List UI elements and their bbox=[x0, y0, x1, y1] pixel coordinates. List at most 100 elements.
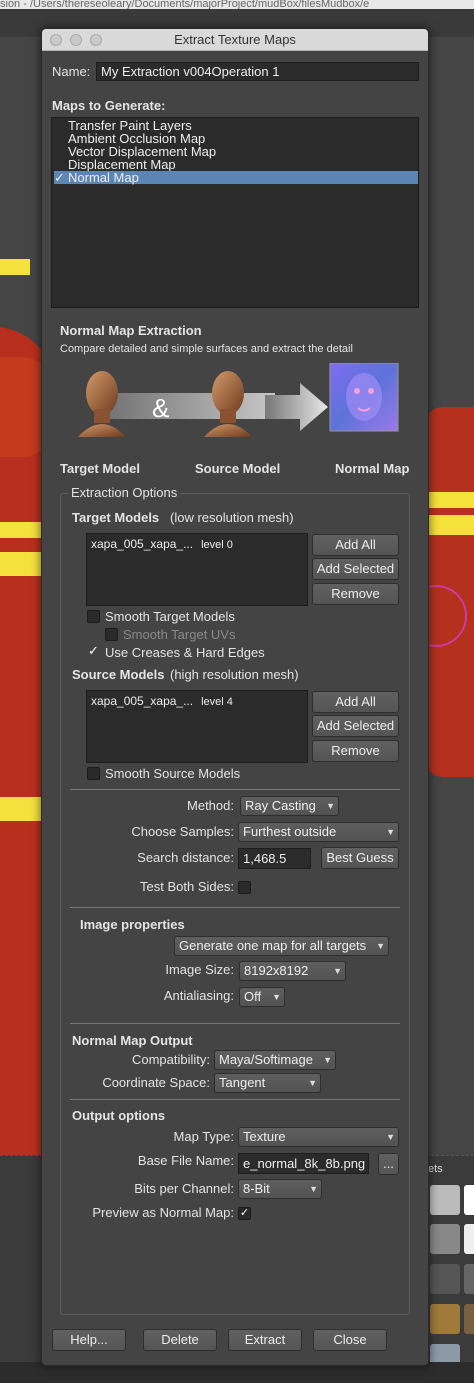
zoom-window-button[interactable] bbox=[90, 34, 102, 46]
chevron-down-icon: ▼ bbox=[309, 1184, 318, 1194]
stamp-thumbnail[interactable] bbox=[430, 1224, 460, 1254]
samples-value: Furthest outside bbox=[243, 824, 337, 839]
map-item-label: Normal Map bbox=[68, 170, 139, 185]
chevron-down-icon: ▼ bbox=[308, 1078, 317, 1088]
best-guess-button[interactable]: Best Guess bbox=[321, 847, 399, 869]
target-add-selected-button[interactable]: Add Selected bbox=[312, 558, 399, 580]
method-dropdown[interactable]: Ray Casting ▼ bbox=[240, 796, 339, 816]
output-options-heading: Output options bbox=[72, 1108, 166, 1123]
chevron-down-icon: ▼ bbox=[323, 1055, 332, 1065]
chevron-down-icon: ▼ bbox=[326, 801, 335, 811]
chevron-down-icon: ▼ bbox=[386, 1132, 395, 1142]
preview-normal-map-label: Preview as Normal Map: bbox=[92, 1205, 234, 1220]
antialiasing-label: Antialiasing: bbox=[163, 988, 234, 1003]
compatibility-label: Compatibility: bbox=[131, 1052, 210, 1067]
search-distance-field[interactable]: 1,468.5 bbox=[238, 848, 311, 869]
smooth-target-models-label: Smooth Target Models bbox=[105, 609, 235, 624]
target-mesh-level: level 0 bbox=[201, 539, 233, 551]
source-add-selected-button[interactable]: Add Selected bbox=[312, 715, 399, 737]
method-value: Ray Casting bbox=[245, 798, 316, 813]
checkmark-icon: ✓ bbox=[54, 170, 65, 185]
chevron-down-icon: ▼ bbox=[333, 966, 342, 976]
stamp-thumbnail[interactable] bbox=[464, 1304, 474, 1334]
source-mesh-name: xapa_005_xapa_... bbox=[91, 694, 194, 708]
target-models-hint: (low resolution mesh) bbox=[170, 510, 294, 525]
divider bbox=[70, 907, 400, 908]
target-models-heading: Target Models bbox=[72, 510, 160, 525]
extract-button[interactable]: Extract bbox=[228, 1329, 302, 1351]
image-size-label: Image Size: bbox=[165, 962, 234, 977]
dialog-title: Extract Texture Maps bbox=[174, 32, 296, 47]
extraction-heading: Normal Map Extraction bbox=[60, 323, 202, 338]
choose-samples-label: Choose Samples: bbox=[131, 824, 234, 839]
close-button[interactable]: Close bbox=[313, 1329, 387, 1351]
source-models-hint: (high resolution mesh) bbox=[170, 667, 299, 682]
target-models-list[interactable]: xapa_005_xapa_... level 0 bbox=[86, 533, 308, 606]
browse-button[interactable]: ... bbox=[378, 1153, 399, 1175]
samples-dropdown[interactable]: Furthest outside ▼ bbox=[238, 822, 399, 842]
extract-texture-maps-dialog: Extract Texture Maps Name: My Extraction… bbox=[41, 28, 429, 1366]
stamp-thumbnail[interactable] bbox=[464, 1224, 474, 1254]
map-item-normal-map[interactable]: ✓ Normal Map bbox=[54, 171, 418, 184]
stamp-thumbnail[interactable] bbox=[430, 1185, 460, 1215]
smooth-target-uvs-checkbox[interactable] bbox=[105, 628, 118, 641]
normal-map-caption: Normal Map bbox=[335, 461, 410, 476]
divider bbox=[70, 1099, 400, 1100]
tray-tab-label[interactable]: ets bbox=[428, 1163, 443, 1175]
dialog-titlebar[interactable]: Extract Texture Maps bbox=[42, 29, 428, 51]
base-file-name-field[interactable]: e_normal_8k_8b.png bbox=[238, 1153, 369, 1174]
stamp-thumbnail[interactable] bbox=[464, 1264, 474, 1294]
map-generation-value: Generate one map for all targets bbox=[179, 938, 367, 953]
chevron-down-icon: ▼ bbox=[376, 941, 385, 951]
smooth-target-models-checkbox[interactable] bbox=[87, 610, 100, 623]
help-button[interactable]: Help... bbox=[52, 1329, 126, 1351]
source-remove-button[interactable]: Remove bbox=[312, 740, 399, 762]
compatibility-dropdown[interactable]: Maya/Softimage ▼ bbox=[214, 1050, 336, 1070]
test-both-sides-label: Test Both Sides: bbox=[140, 879, 234, 894]
minimize-window-button[interactable] bbox=[70, 34, 82, 46]
divider bbox=[70, 789, 400, 790]
antialiasing-value: Off bbox=[244, 989, 262, 1004]
use-creases-label: Use Creases & Hard Edges bbox=[105, 645, 265, 660]
use-creases-checkbox[interactable]: ✓ bbox=[87, 644, 100, 658]
stamp-thumbnail[interactable] bbox=[430, 1304, 460, 1334]
source-mesh-row[interactable]: xapa_005_xapa_... level 4 bbox=[91, 694, 233, 708]
smooth-source-models-checkbox[interactable] bbox=[87, 767, 100, 780]
extraction-options-title: Extraction Options bbox=[68, 485, 181, 500]
image-size-value: 8192x8192 bbox=[244, 963, 309, 978]
image-size-dropdown[interactable]: 8192x8192 ▼ bbox=[239, 961, 346, 981]
extraction-diagram: & bbox=[78, 362, 399, 437]
base-file-name-label: Base File Name: bbox=[137, 1153, 234, 1168]
source-mesh-level: level 4 bbox=[201, 696, 233, 708]
close-window-button[interactable] bbox=[50, 34, 62, 46]
map-generation-dropdown[interactable]: Generate one map for all targets ▼ bbox=[174, 936, 389, 956]
smooth-source-models-label: Smooth Source Models bbox=[105, 766, 241, 781]
delete-button[interactable]: Delete bbox=[143, 1329, 217, 1351]
search-distance-label: Search distance: bbox=[137, 850, 234, 865]
target-mesh-row[interactable]: xapa_005_xapa_... level 0 bbox=[91, 537, 233, 551]
smooth-target-uvs-label: Smooth Target UVs bbox=[123, 627, 236, 642]
extraction-illustration: & bbox=[60, 362, 428, 455]
divider bbox=[70, 1023, 400, 1024]
map-type-label: Map Type: bbox=[173, 1129, 234, 1144]
preview-normal-map-checkbox[interactable]: ✓ bbox=[238, 1207, 251, 1220]
stamp-thumbnail[interactable] bbox=[464, 1185, 474, 1215]
target-add-all-button[interactable]: Add All bbox=[312, 534, 399, 556]
source-models-list[interactable]: xapa_005_xapa_... level 4 bbox=[86, 690, 308, 763]
antialiasing-dropdown[interactable]: Off ▼ bbox=[239, 987, 285, 1007]
bits-per-channel-label: Bits per Channel: bbox=[134, 1181, 234, 1196]
map-type-dropdown[interactable]: Texture ▼ bbox=[238, 1127, 399, 1147]
coordinate-space-label: Coordinate Space: bbox=[102, 1075, 210, 1090]
chevron-down-icon: ▼ bbox=[272, 992, 281, 1002]
bits-per-channel-dropdown[interactable]: 8-Bit ▼ bbox=[238, 1179, 322, 1199]
source-add-all-button[interactable]: Add All bbox=[312, 691, 399, 713]
stamp-thumbnail[interactable] bbox=[430, 1264, 460, 1294]
name-field[interactable]: My Extraction v004Operation 1 bbox=[96, 62, 419, 81]
test-both-sides-checkbox[interactable] bbox=[238, 881, 251, 894]
normal-map-output-heading: Normal Map Output bbox=[72, 1033, 193, 1048]
coordinate-space-dropdown[interactable]: Tangent ▼ bbox=[214, 1073, 321, 1093]
target-remove-button[interactable]: Remove bbox=[312, 583, 399, 605]
maps-list[interactable]: Transfer Paint Layers Ambient Occlusion … bbox=[51, 117, 419, 308]
target-model-caption: Target Model bbox=[60, 461, 140, 476]
method-label: Method: bbox=[187, 798, 234, 813]
